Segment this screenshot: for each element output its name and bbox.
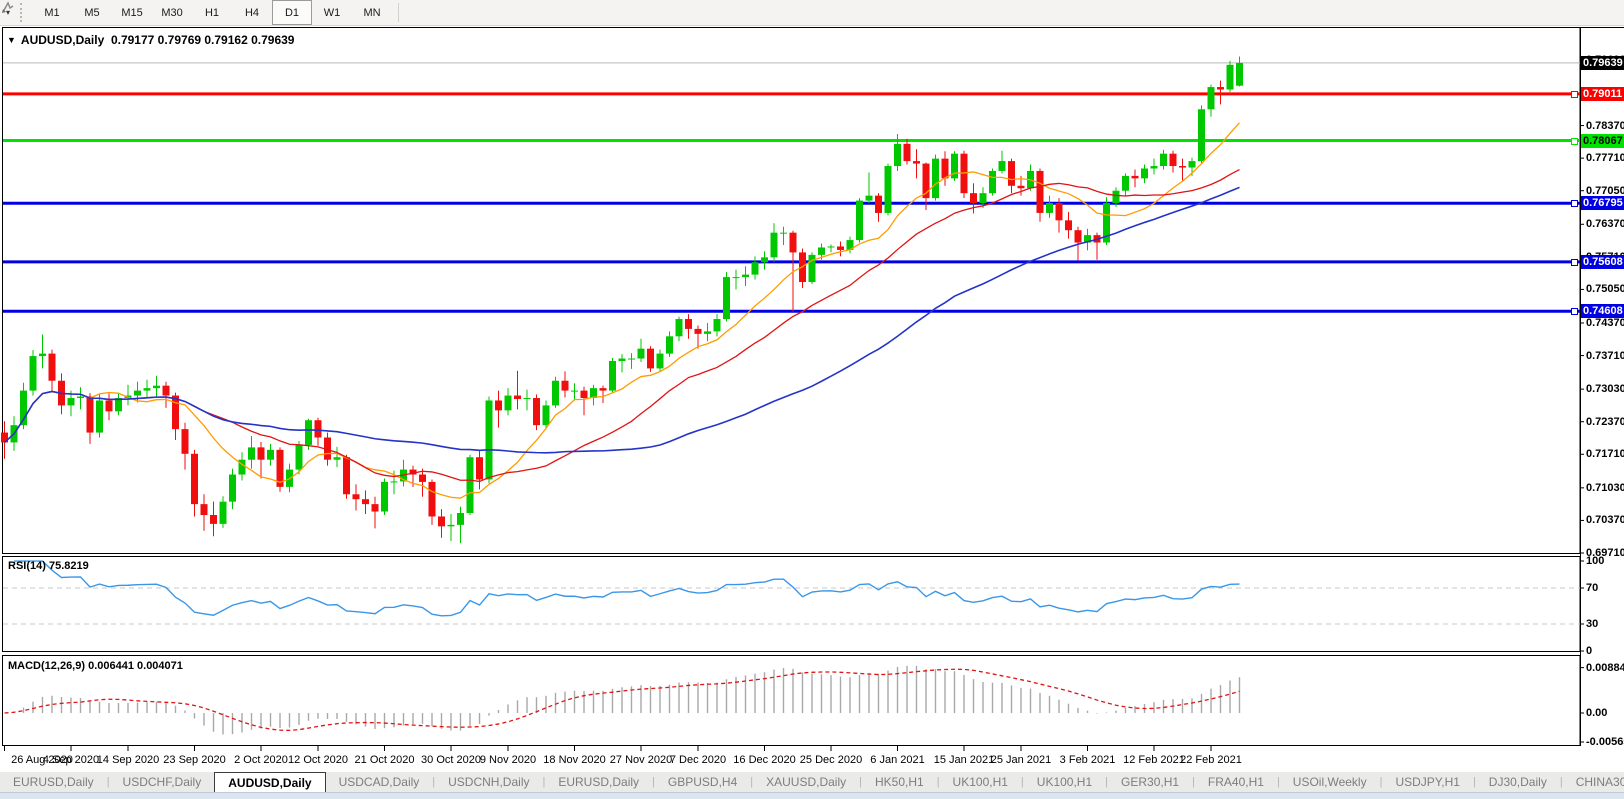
price-axis-tick: 0.70370 bbox=[1586, 514, 1624, 526]
price-axis-tick: 0.75050 bbox=[1586, 283, 1624, 295]
rsi-axis-tick: 70 bbox=[1586, 582, 1624, 594]
date-axis-label: 4 Sep 2020 bbox=[43, 754, 99, 766]
price-axis-tick: 0.73710 bbox=[1586, 350, 1624, 362]
chart-tab-eurusd[interactable]: EURUSD,Daily bbox=[0, 772, 107, 792]
level-line-handle[interactable] bbox=[1571, 308, 1578, 315]
date-axis-label: 2 Oct 2020 bbox=[234, 754, 288, 766]
mt4-window: ▾ M1M5M15M30H1H4D1W1MN ▼AUDUSD,Daily 0.7… bbox=[0, 0, 1624, 799]
status-strip bbox=[0, 792, 1624, 799]
chart-tab-uk100[interactable]: UK100,H1 bbox=[940, 772, 1021, 792]
price-axis-tick: 0.72370 bbox=[1586, 416, 1624, 428]
level-line-handle[interactable] bbox=[1571, 91, 1578, 98]
macd-indicator-label: MACD(12,26,9) 0.006441 0.004071 bbox=[8, 660, 183, 672]
date-axis-label: 25 Dec 2020 bbox=[800, 754, 862, 766]
level-price-badge: 0.74608 bbox=[1581, 304, 1624, 318]
level-line-handle[interactable] bbox=[1571, 200, 1578, 207]
level-price-badge: 0.75608 bbox=[1581, 255, 1624, 269]
rsi-axis-tick: 0 bbox=[1586, 645, 1624, 657]
date-axis-label: 22 Feb 2021 bbox=[1180, 754, 1242, 766]
rsi-axis-tick: 100 bbox=[1586, 555, 1624, 567]
macd-axis-tick: -0.005651 bbox=[1586, 736, 1624, 748]
date-axis-label: 14 Sep 2020 bbox=[97, 754, 159, 766]
chart-tab-usdcad[interactable]: USDCAD,Daily bbox=[326, 772, 433, 792]
date-axis-label: 25 Jan 2021 bbox=[991, 754, 1052, 766]
macd-axis-tick: 0.00 bbox=[1586, 707, 1624, 719]
chart-tab-audusd[interactable]: AUDUSD,Daily bbox=[214, 772, 325, 792]
current-price-badge: 0.79639 bbox=[1581, 56, 1624, 70]
chart-tab-eurusd[interactable]: EURUSD,Daily bbox=[545, 772, 652, 792]
rsi-indicator-label: RSI(14) 75.8219 bbox=[8, 560, 89, 572]
chart-tab-usdchf[interactable]: USDCHF,Daily bbox=[110, 772, 215, 792]
rsi-axis-tick: 30 bbox=[1586, 618, 1624, 630]
price-axis-tick: 0.76370 bbox=[1586, 218, 1624, 230]
chart-tab-uk100[interactable]: UK100,H1 bbox=[1024, 772, 1105, 792]
chart-symbol: AUDUSD,Daily bbox=[21, 33, 104, 47]
chart-tab-bar: EURUSD,Daily|USDCHF,DailyAUDUSD,DailyUSD… bbox=[0, 772, 1624, 792]
date-axis-label: 9 Nov 2020 bbox=[480, 754, 536, 766]
date-axis-label: 23 Sep 2020 bbox=[163, 754, 225, 766]
date-axis-label: 7 Dec 2020 bbox=[670, 754, 726, 766]
price-axis-tick: 0.78370 bbox=[1586, 120, 1624, 132]
chart-title: ▼ AUDUSD,Daily 0.79177 0.79769 0.79162 0.… bbox=[7, 33, 294, 47]
macd-axis-tick: 0.00884 bbox=[1586, 662, 1624, 674]
date-axis-label: 30 Oct 2020 bbox=[421, 754, 481, 766]
price-axis-tick: 0.77710 bbox=[1586, 152, 1624, 164]
price-axis-tick: 0.74370 bbox=[1586, 317, 1624, 329]
date-axis-label: 21 Oct 2020 bbox=[355, 754, 415, 766]
price-axis-tick: 0.71030 bbox=[1586, 482, 1624, 494]
level-line-handle[interactable] bbox=[1571, 138, 1578, 145]
chart-tab-usdjpy[interactable]: USDJPY,H1 bbox=[1382, 772, 1472, 792]
chart-tab-dj30[interactable]: DJ30,Daily bbox=[1476, 772, 1560, 792]
price-axis-tick: 0.77050 bbox=[1586, 185, 1624, 197]
chart-tab-xauusd[interactable]: XAUUSD,Daily bbox=[753, 772, 859, 792]
price-axis-tick: 0.71710 bbox=[1586, 448, 1624, 460]
chart-tab-hk50[interactable]: HK50,H1 bbox=[862, 772, 937, 792]
level-line-handle[interactable] bbox=[1571, 259, 1578, 266]
price-axis-tick: 0.73030 bbox=[1586, 383, 1624, 395]
level-price-badge: 0.78067 bbox=[1581, 134, 1624, 148]
chart-menu-icon[interactable]: ▼ bbox=[7, 35, 16, 45]
date-axis-label: 6 Jan 2021 bbox=[870, 754, 924, 766]
date-axis-label: 18 Nov 2020 bbox=[543, 754, 605, 766]
chart-tab-usdcnh[interactable]: USDCNH,Daily bbox=[435, 772, 542, 792]
chart-tab-china300[interactable]: CHINA300,H1 bbox=[1563, 772, 1624, 792]
chart-tab-fra40[interactable]: FRA40,H1 bbox=[1195, 772, 1277, 792]
chart-ohlc: 0.79177 0.79769 0.79162 0.79639 bbox=[111, 33, 295, 47]
date-axis-label: 16 Dec 2020 bbox=[733, 754, 795, 766]
date-axis-label: 3 Feb 2021 bbox=[1060, 754, 1116, 766]
chart-tab-ger30[interactable]: GER30,H1 bbox=[1108, 772, 1192, 792]
chart-tab-gbpusd[interactable]: GBPUSD,H4 bbox=[655, 772, 750, 792]
date-axis-label: 27 Nov 2020 bbox=[610, 754, 672, 766]
level-price-badge: 0.79011 bbox=[1581, 87, 1624, 101]
chart-canvas[interactable] bbox=[0, 0, 1624, 799]
chart-tab-usoil[interactable]: USOil,Weekly bbox=[1280, 772, 1380, 792]
date-axis-label: 12 Oct 2020 bbox=[288, 754, 348, 766]
date-axis-label: 12 Feb 2021 bbox=[1123, 754, 1185, 766]
date-axis-label: 15 Jan 2021 bbox=[934, 754, 995, 766]
level-price-badge: 0.76795 bbox=[1581, 196, 1624, 210]
